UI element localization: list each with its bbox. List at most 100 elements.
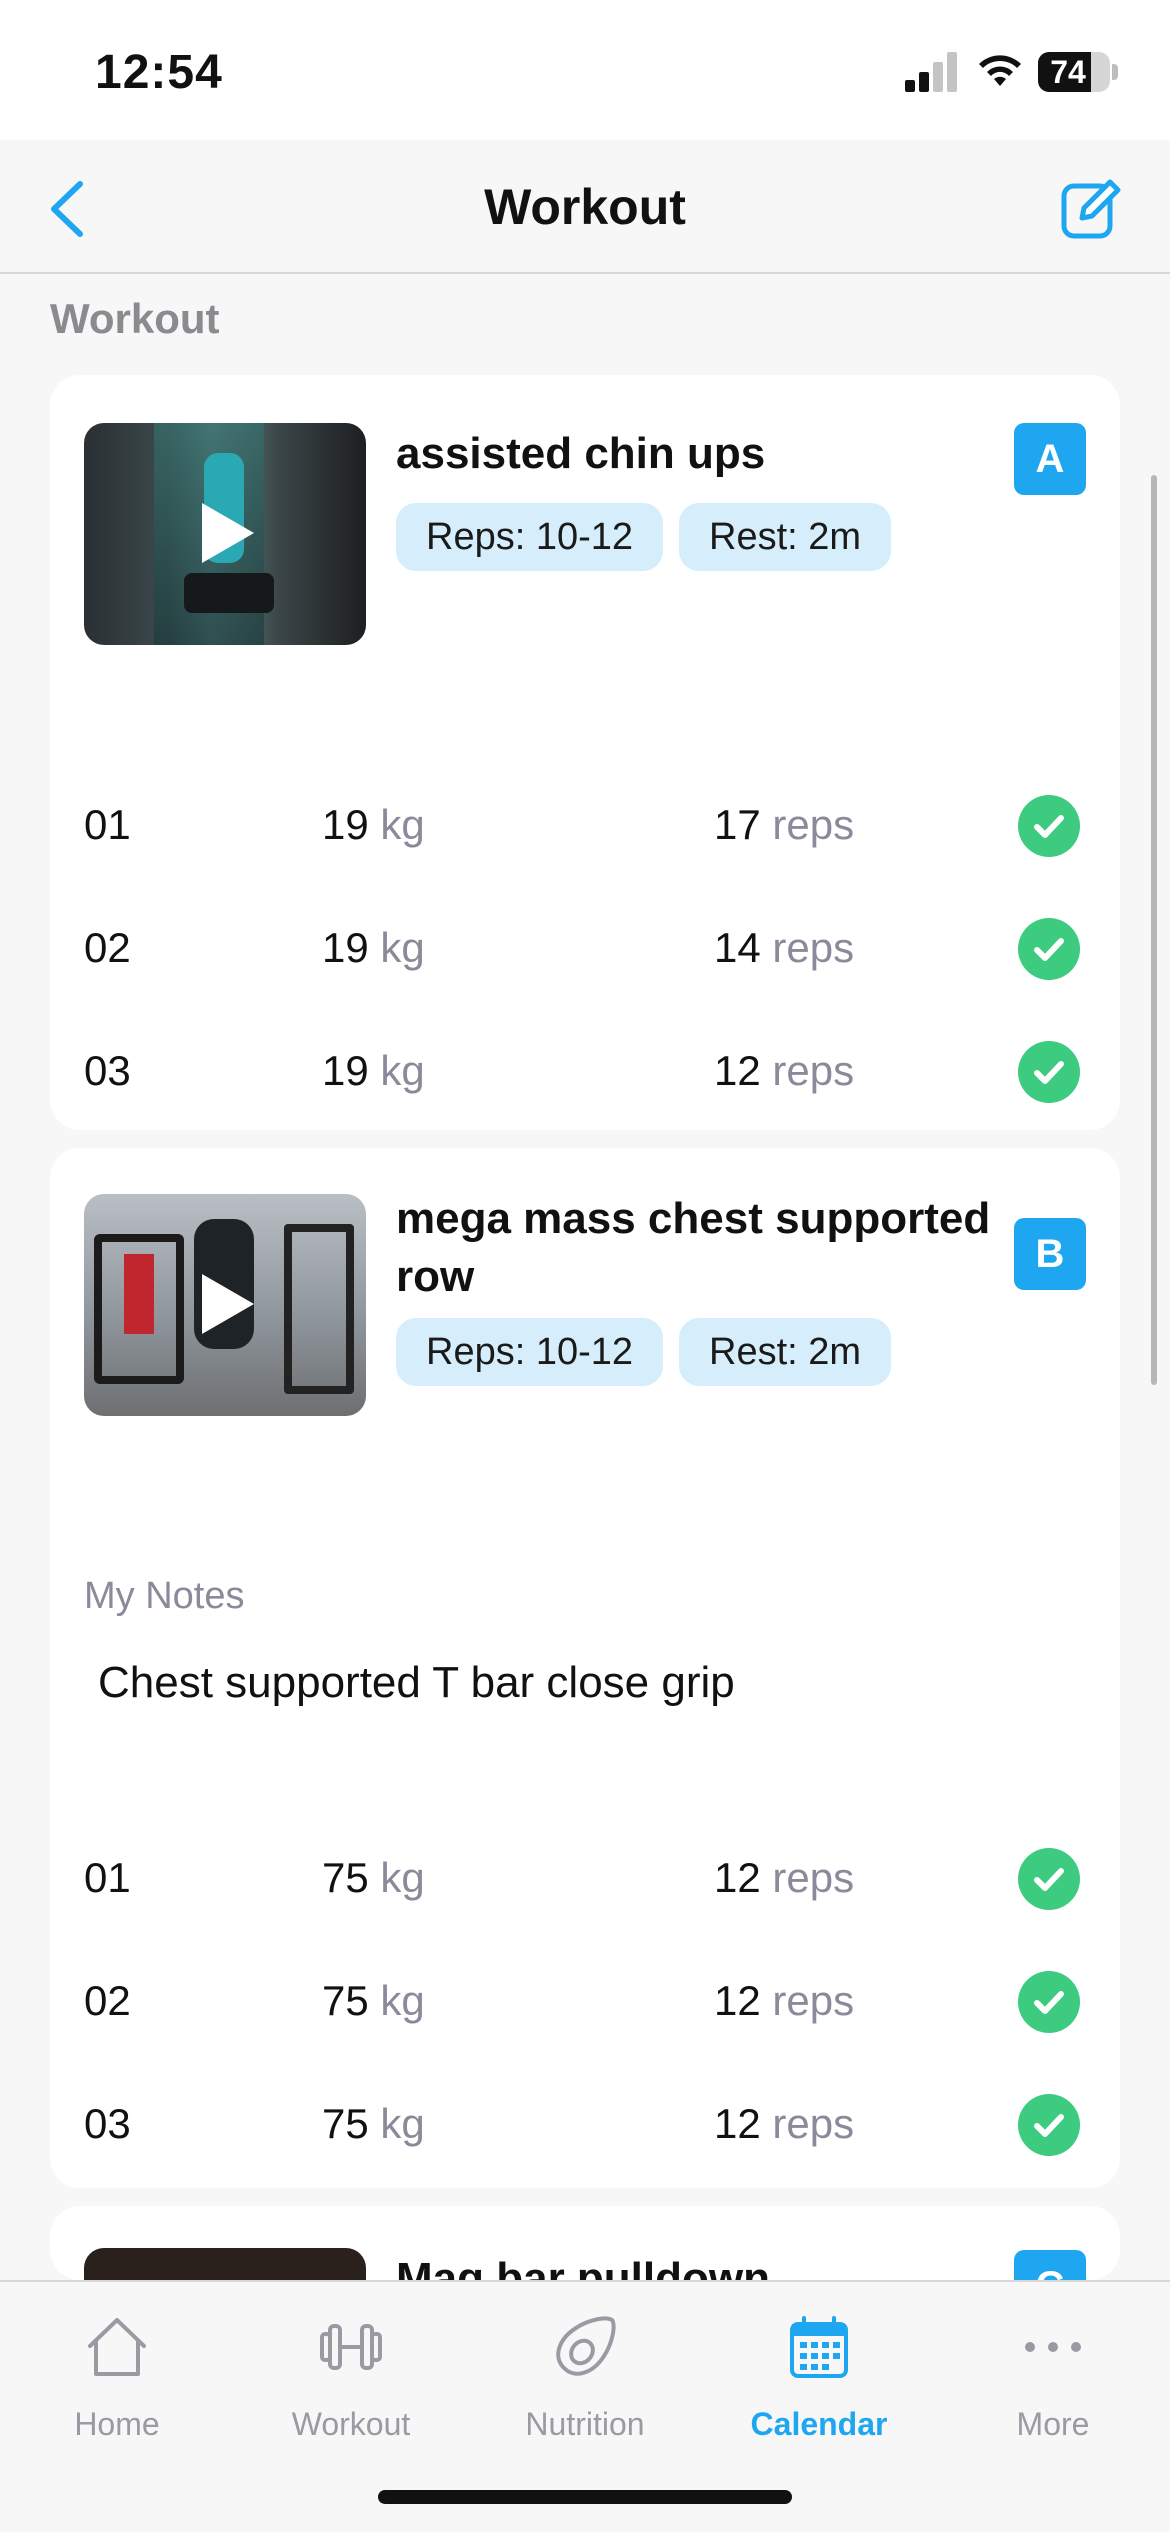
status-time: 12:54 (95, 46, 223, 99)
weight-unit: kg (380, 1047, 425, 1094)
battery-cap (1112, 64, 1118, 80)
weight-value: 19 (322, 801, 369, 848)
tab-workout[interactable]: Workout (234, 2302, 468, 2462)
set-reps: 12 reps (714, 1047, 854, 1095)
cellular-signal-icon (905, 52, 957, 92)
exercise-name: Mag bar pulldown (396, 2254, 770, 2280)
reps-unit: reps (772, 801, 855, 848)
weight-value: 19 (322, 924, 369, 971)
reps-value: 14 (714, 924, 761, 971)
set-number: 02 (84, 924, 131, 971)
reps-value: 12 (714, 1854, 761, 1901)
tab-label: More (1016, 2406, 1090, 2442)
weight-unit: kg (380, 801, 425, 848)
set-reps: 17 reps (714, 801, 854, 849)
tab-label: Workout (291, 2406, 411, 2442)
tab-home[interactable]: Home (0, 2302, 234, 2462)
more-icon (1025, 2342, 1081, 2352)
weight-value: 19 (322, 1047, 369, 1094)
reps-chip: Reps: 10-12 (396, 1318, 664, 1386)
exercise-video-thumbnail[interactable] (84, 1194, 366, 1416)
superset-badge: C (1014, 2250, 1086, 2280)
reps-value: 12 (714, 1977, 761, 2024)
set-complete-check-icon[interactable] (1018, 1971, 1080, 2033)
reps-unit: reps (772, 1047, 855, 1094)
set-number: 03 (84, 1047, 131, 1094)
tab-label: Home (74, 2406, 160, 2442)
superset-badge: A (1014, 423, 1086, 495)
calendar-icon (790, 2316, 848, 2378)
exercise-card-b[interactable]: mega mass chest supported row Reps: 10-1… (50, 1148, 1120, 2188)
page-title: Workout (484, 179, 686, 235)
reps-value: 12 (714, 2100, 761, 2147)
reps-value: 17 (714, 801, 761, 848)
weight-unit: kg (380, 924, 425, 971)
set-row[interactable]: 01 19 kg 17 reps (84, 785, 1094, 865)
battery-level: 74 (1050, 54, 1086, 90)
play-icon (202, 503, 254, 563)
superset-badge: B (1014, 1218, 1086, 1290)
set-complete-check-icon[interactable] (1018, 918, 1080, 980)
tab-calendar[interactable]: Calendar (702, 2302, 936, 2462)
edit-icon[interactable] (1058, 176, 1124, 242)
tab-more[interactable]: More (936, 2302, 1170, 2462)
reps-unit: reps (772, 924, 855, 971)
set-reps: 12 reps (714, 1977, 854, 2025)
set-weight: 75 kg (322, 1977, 425, 2025)
dumbbell-icon (320, 2324, 382, 2370)
reps-chip: Reps: 10-12 (396, 503, 664, 571)
set-reps: 12 reps (714, 1854, 854, 1902)
weight-value: 75 (322, 1854, 369, 1901)
exercise-video-thumbnail[interactable] (84, 423, 366, 645)
exercise-card-a[interactable]: assisted chin ups Reps: 10-12 Rest: 2m A… (50, 375, 1120, 1130)
home-indicator (378, 2490, 792, 2504)
set-weight: 19 kg (322, 1047, 425, 1095)
section-label: Workout (50, 295, 220, 342)
exercise-video-thumbnail[interactable] (84, 2248, 366, 2280)
wifi-icon (979, 55, 1021, 86)
set-number: 01 (84, 1854, 131, 1901)
set-complete-check-icon[interactable] (1018, 795, 1080, 857)
set-weight: 19 kg (322, 924, 425, 972)
exercise-chips: Reps: 10-12 Rest: 2m (396, 1318, 892, 1386)
set-complete-check-icon[interactable] (1018, 1848, 1080, 1910)
set-reps: 14 reps (714, 924, 854, 972)
set-row[interactable]: 02 19 kg 14 reps (84, 908, 1094, 988)
exercise-name: assisted chin ups (396, 429, 766, 478)
notes-text[interactable]: Chest supported T bar close grip (98, 1658, 735, 1708)
avocado-icon (556, 2316, 616, 2376)
set-weight: 19 kg (322, 801, 425, 849)
set-complete-check-icon[interactable] (1018, 2094, 1080, 2156)
set-weight: 75 kg (322, 1854, 425, 1902)
exercise-chips: Reps: 10-12 Rest: 2m (396, 503, 892, 571)
weight-unit: kg (380, 2100, 425, 2147)
rest-chip: Rest: 2m (679, 1318, 892, 1386)
weight-unit: kg (380, 1977, 425, 2024)
reps-unit: reps (772, 1977, 855, 2024)
scrollbar[interactable] (1151, 475, 1157, 1385)
set-reps: 12 reps (714, 2100, 854, 2148)
tab-label: Calendar (750, 2406, 888, 2442)
set-weight: 75 kg (322, 2100, 425, 2148)
set-complete-check-icon[interactable] (1018, 1041, 1080, 1103)
reps-unit: reps (772, 1854, 855, 1901)
set-row[interactable]: 03 19 kg 12 reps (84, 1031, 1094, 1111)
set-row[interactable]: 03 75 kg 12 reps (84, 2084, 1094, 2164)
reps-value: 12 (714, 1047, 761, 1094)
weight-value: 75 (322, 1977, 369, 2024)
weight-unit: kg (380, 1854, 425, 1901)
play-icon (202, 1274, 254, 1334)
exercise-name: mega mass chest supported row (396, 1194, 991, 1301)
status-bar: 12:54 74 (0, 0, 1170, 140)
rest-chip: Rest: 2m (679, 503, 892, 571)
tab-label: Nutrition (525, 2406, 645, 2442)
navigation-bar: Workout (0, 140, 1170, 274)
tab-nutrition[interactable]: Nutrition (468, 2302, 702, 2462)
set-number: 02 (84, 1977, 131, 2024)
set-row[interactable]: 01 75 kg 12 reps (84, 1838, 1094, 1918)
set-row[interactable]: 02 75 kg 12 reps (84, 1961, 1094, 2041)
home-icon (88, 2318, 146, 2376)
battery-icon: 74 (1038, 52, 1110, 92)
exercise-card-c[interactable]: Mag bar pulldown C (50, 2206, 1120, 2280)
reps-unit: reps (772, 2100, 855, 2147)
